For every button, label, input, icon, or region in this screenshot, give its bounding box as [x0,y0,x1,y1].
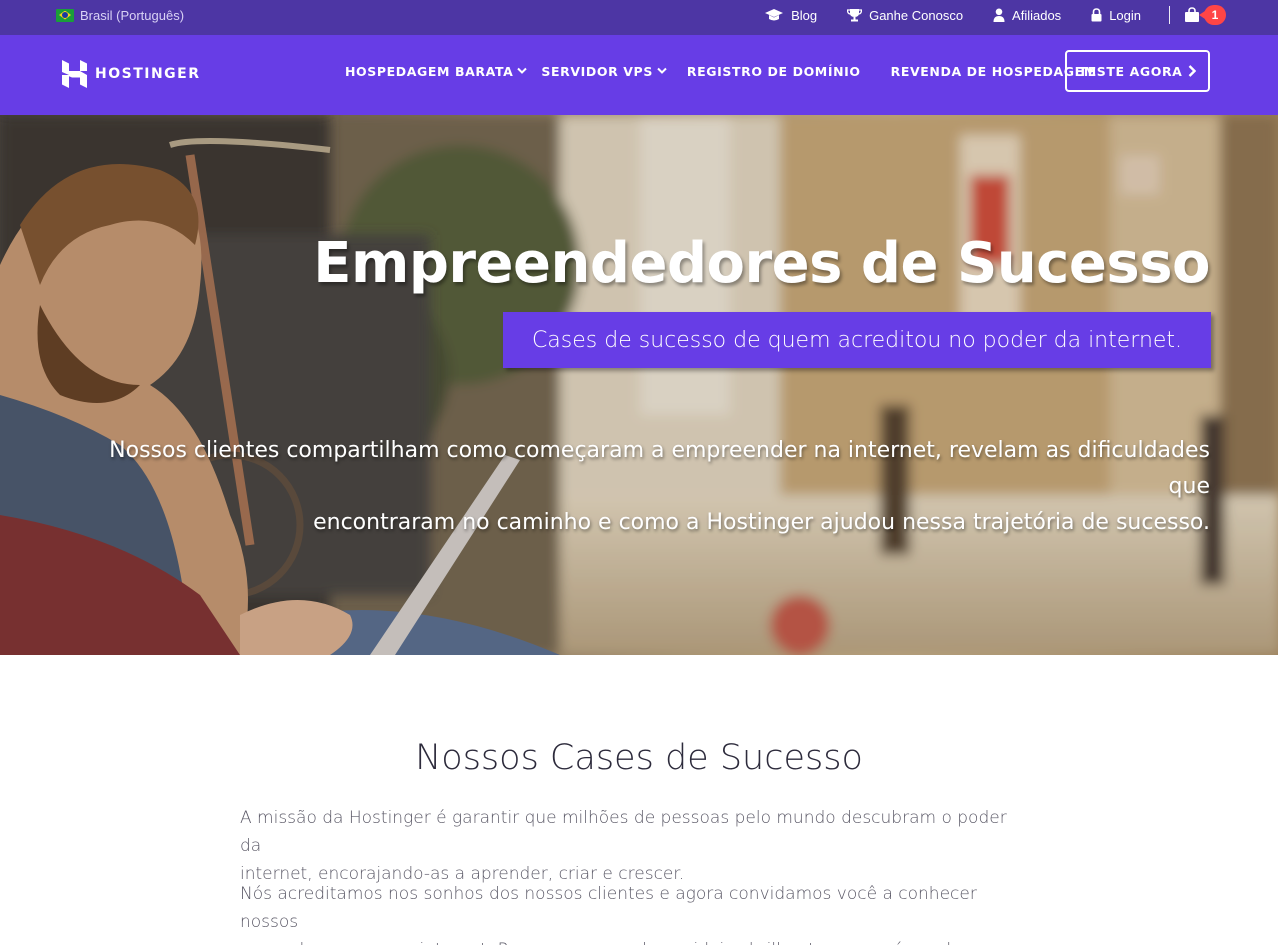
nav-item-label: SERVIDOR VPS [541,63,653,79]
invitation-paragraph: Nós acreditamos nos sonhos dos nossos cl… [240,880,1030,945]
top-links: Blog Ganhe Conosco Afiliados Login 1 [734,0,1226,30]
hero-description-line: Nossos clientes compartilham como começa… [109,438,1210,499]
teste-agora-button[interactable]: TESTE AGORA [1065,50,1210,92]
ganhe-conosco-link[interactable]: Ganhe Conosco [847,8,963,23]
paragraph-line: A missão da Hostinger é garantir que mil… [240,808,1007,856]
nav-item-label: REGISTRO DE DOMÍNIO [686,63,861,79]
hero-subtitle: Cases de sucesso de quem acreditou no po… [531,327,1183,353]
chevron-down-icon [657,67,667,74]
brand-name: HOSTINGER [95,66,201,82]
paragraph-line: Nós acreditamos nos sonhos dos nossos cl… [240,884,977,932]
hero-background-image [0,115,1278,655]
trophy-icon [847,9,863,22]
hero-description: Nossos clientes compartilham como começa… [70,433,1210,541]
cart-count-badge: 1 [1199,5,1226,25]
nav-menu: HOSPEDAGEM BARATA SERVIDOR VPS REGISTRO … [345,35,1097,107]
login-label: Login [1109,7,1141,23]
shopping-bag-icon [1185,7,1199,22]
lock-icon [1091,8,1102,22]
top-divider [1169,6,1170,24]
ganhe-conosco-label: Ganhe Conosco [869,7,964,23]
blog-link[interactable]: Blog [764,8,817,23]
hostinger-logo[interactable]: HOSTINGER [62,60,201,88]
hero-banner: Empreendedores de Sucesso Cases de suces… [0,115,1278,655]
locale-label: Brasil (Português) [80,7,185,23]
cart-button[interactable]: 1 [1184,5,1226,25]
cta-label: TESTE AGORA [1078,63,1183,79]
hero-title: Empreendedores de Sucesso [313,231,1210,296]
blog-link-label: Blog [791,7,818,23]
main-nav: HOSTINGER HOSPEDAGEM BARATA SERVIDOR VPS… [0,35,1278,115]
chevron-right-icon [1189,65,1197,77]
top-bar: Brasil (Português) Blog Ganhe Conosco Af… [0,0,1278,35]
afiliados-label: Afiliados [1012,7,1062,23]
nav-item-registro-de-dominio[interactable]: REGISTRO DE DOMÍNIO [687,64,861,79]
paragraph-line: cases de sucesso na internet. Pessoas co… [240,936,1030,945]
login-link[interactable]: Login [1091,8,1141,23]
user-icon [993,8,1005,22]
locale-selector[interactable]: Brasil (Português) [56,0,184,30]
brazil-flag-icon [56,8,74,22]
graduation-cap-icon [765,9,784,21]
hero-description-line: encontraram no caminho e como a Hostinge… [313,510,1210,535]
mission-paragraph: A missão da Hostinger é garantir que mil… [240,804,1030,888]
section-title: Nossos Cases de Sucesso [415,738,863,778]
hero-subtitle-banner: Cases de sucesso de quem acreditou no po… [503,312,1211,368]
nav-item-servidor-vps[interactable]: SERVIDOR VPS [541,64,667,79]
nav-item-hospedagem-barata[interactable]: HOSPEDAGEM BARATA [345,63,528,79]
hostinger-logo-icon [62,60,87,88]
afiliados-link[interactable]: Afiliados [993,8,1061,23]
nav-item-label: HOSPEDAGEM BARATA [345,63,514,79]
chevron-down-icon [517,67,528,74]
